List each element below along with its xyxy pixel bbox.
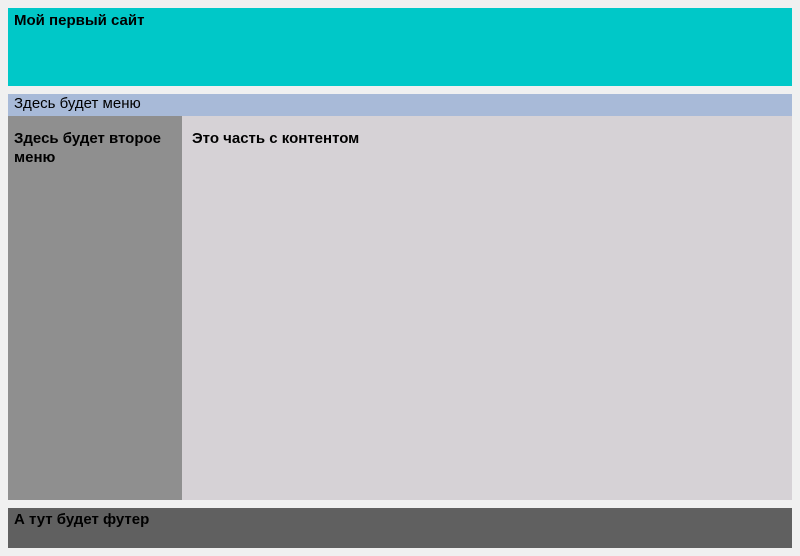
main-menu-bar[interactable]: Здесь будет меню xyxy=(8,94,792,116)
content-area: Это часть с контентом xyxy=(182,116,792,500)
footer-text: А тут будет футер xyxy=(14,511,149,528)
sidebar-menu[interactable]: Здесь будет второе меню xyxy=(8,116,182,500)
page-header: Мой первый сайт xyxy=(8,8,792,86)
main-area: Здесь будет второе меню Это часть с конт… xyxy=(8,116,792,500)
page-footer: А тут будет футер xyxy=(8,508,792,548)
content-text: Это часть с контентом xyxy=(192,130,359,147)
main-menu-label: Здесь будет меню xyxy=(14,95,141,112)
sidebar-menu-label: Здесь будет второе меню xyxy=(14,130,176,168)
page-title: Мой первый сайт xyxy=(14,12,144,29)
